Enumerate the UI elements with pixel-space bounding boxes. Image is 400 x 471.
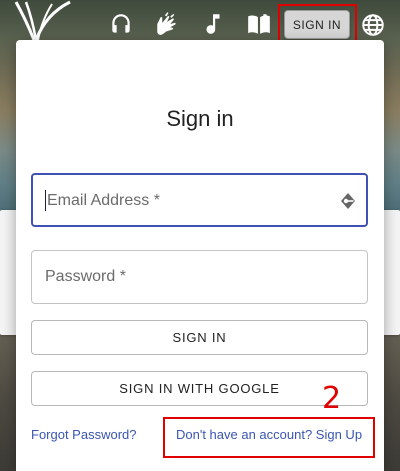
sign-in-nav-button[interactable]: SIGN IN <box>284 10 350 39</box>
app-logo[interactable] <box>12 0 74 42</box>
email-label: Email Address * <box>47 192 160 209</box>
globe-icon[interactable] <box>360 12 386 38</box>
sign-language-icon[interactable] <box>154 11 180 37</box>
headphones-icon[interactable] <box>108 11 134 37</box>
music-note-icon[interactable] <box>200 11 226 37</box>
forgot-password-link[interactable]: Forgot Password? <box>31 427 137 442</box>
callout-number-2: 2 <box>322 381 342 416</box>
password-label: Password * <box>45 268 126 285</box>
password-field[interactable]: Password * <box>31 250 368 304</box>
sign-in-button[interactable]: SIGN IN <box>31 320 368 355</box>
email-field[interactable]: Email Address * <box>31 173 368 227</box>
autofill-key-icon[interactable] <box>338 191 358 211</box>
dialog-title: Sign in <box>166 106 234 131</box>
text-caret <box>45 190 46 211</box>
book-icon[interactable] <box>246 11 272 37</box>
sign-up-link[interactable]: Don't have an account? Sign Up <box>176 427 362 442</box>
sign-in-with-google-button[interactable]: SIGN IN WITH GOOGLE <box>31 371 368 406</box>
